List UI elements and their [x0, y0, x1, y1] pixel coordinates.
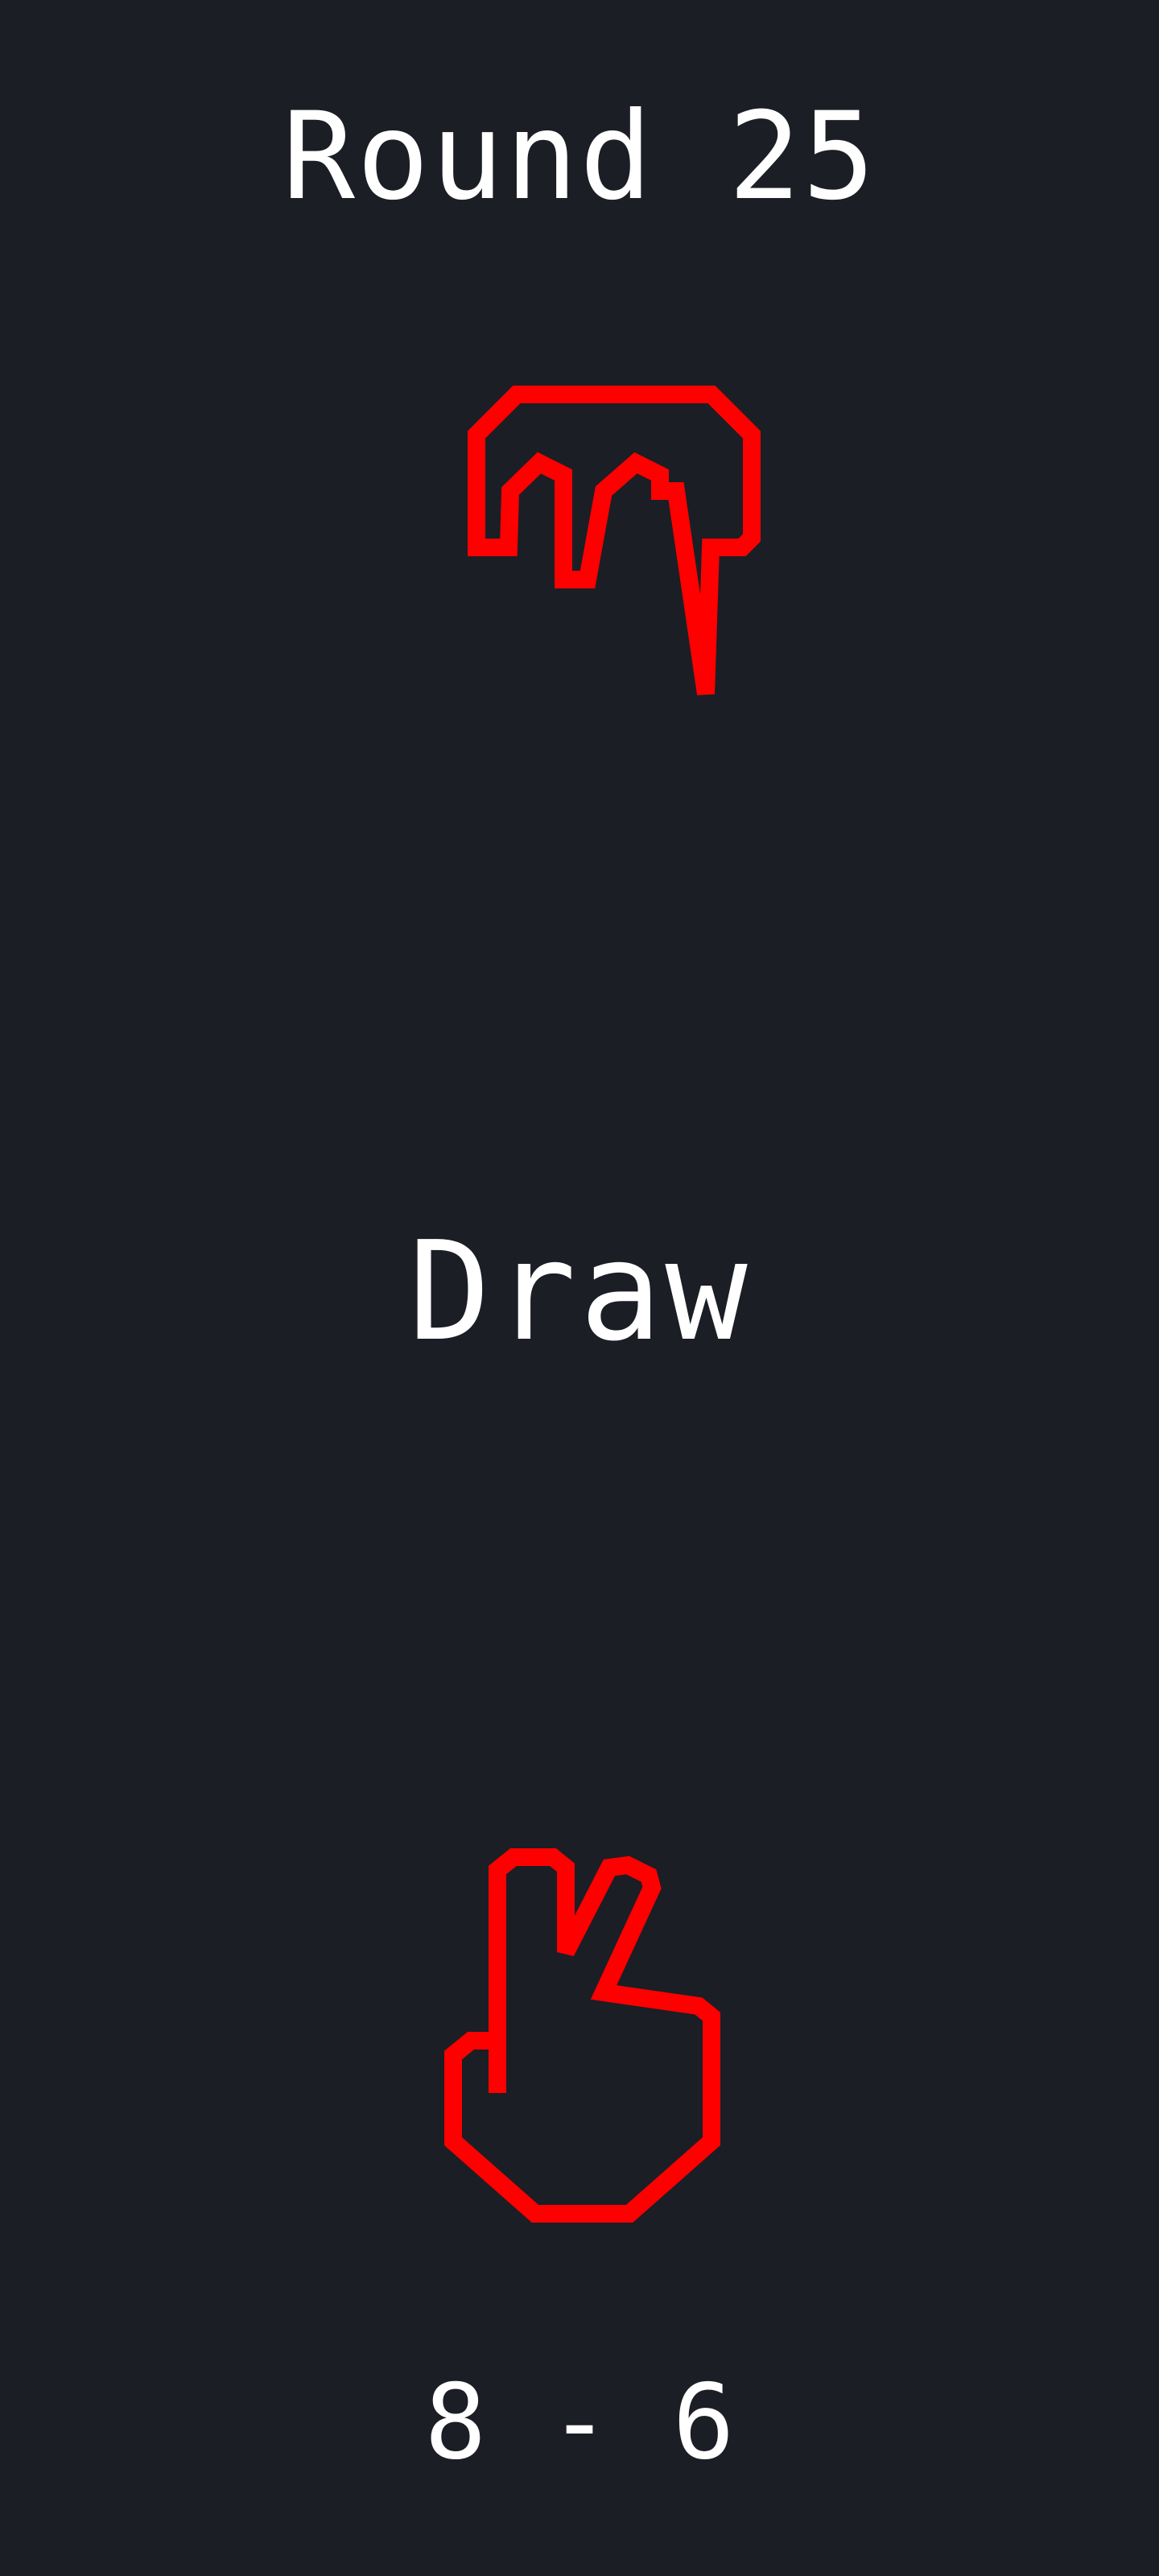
player-hand [0, 1843, 1159, 2230]
scissors-hand-icon [444, 1848, 720, 2223]
round-title: Round 25 [282, 87, 877, 227]
score-display: 8 - 6 [424, 2363, 735, 2483]
game-screen: { "round": { "label": "Round 25" }, "opp… [0, 0, 1159, 2576]
opponent-hand [0, 346, 1159, 733]
round-result: Draw [408, 1212, 751, 1372]
scissors-hand-icon [468, 386, 761, 696]
